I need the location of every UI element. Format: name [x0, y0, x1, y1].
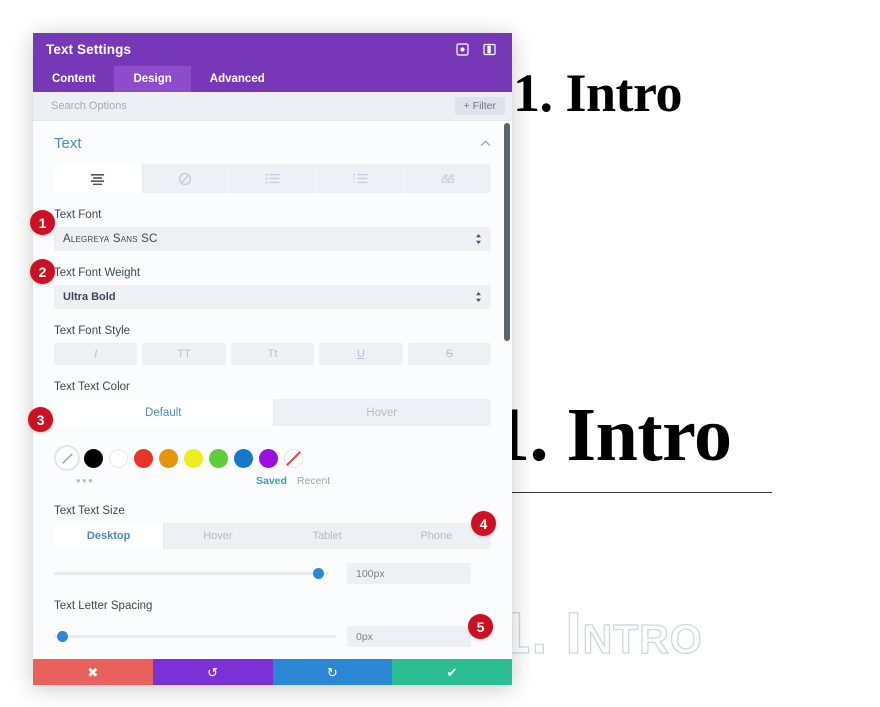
swatch-orange[interactable] — [159, 448, 178, 468]
filter-button[interactable]: + Filter — [454, 97, 505, 115]
swatch-red[interactable] — [134, 448, 153, 468]
swatch-blue[interactable] — [234, 448, 253, 468]
text-settings-modal: Text Settings Content Design Advanced + … — [33, 33, 512, 685]
swatch-white[interactable] — [109, 448, 128, 468]
slider-track — [54, 572, 329, 575]
text-size-value[interactable]: 100px — [347, 563, 471, 584]
slider-handle[interactable] — [56, 631, 68, 642]
search-row: + Filter — [33, 92, 512, 121]
tab-content[interactable]: Content — [33, 66, 114, 92]
settings-scroll-area: Text Text Font Alegreya Sans SC Text Fon… — [33, 121, 512, 659]
sort-arrows-icon — [475, 233, 482, 246]
ordered-list-icon[interactable] — [317, 164, 405, 193]
quote-icon[interactable] — [404, 164, 491, 193]
text-size-breakpoint-tabs: Desktop Hover Tablet Phone — [54, 523, 491, 549]
more-colors-icon[interactable]: ••• — [76, 474, 246, 487]
check-icon: ✔ — [446, 664, 458, 680]
section-header-text[interactable]: Text — [54, 121, 491, 164]
color-state-hover[interactable]: Hover — [273, 399, 492, 426]
text-size-slider-row: 100px — [54, 563, 491, 584]
modal-body: Text Text Font Alegreya Sans SC Text Fon… — [33, 121, 512, 659]
unordered-list-icon[interactable] — [229, 164, 317, 193]
modal-title: Text Settings — [46, 42, 132, 57]
search-input[interactable] — [49, 99, 455, 113]
custom-color-picker[interactable] — [56, 447, 78, 469]
swatch-green[interactable] — [209, 448, 228, 468]
paragraph-align-icon[interactable] — [54, 164, 142, 193]
letter-spacing-slider[interactable] — [54, 628, 336, 646]
text-font-weight-value: Ultra Bold — [63, 291, 116, 303]
slider-track — [54, 635, 336, 638]
section-title: Text — [54, 135, 82, 152]
modal-footer: ✖ ↺ ↻ ✔ — [33, 659, 512, 685]
save-button[interactable]: ✔ — [392, 659, 512, 685]
tab-design[interactable]: Design — [114, 66, 191, 92]
label-text-font-weight: Text Font Weight — [54, 267, 141, 279]
background-heading-serif-small: 1. Intro — [513, 63, 683, 123]
capitalize-button[interactable]: Tt — [230, 343, 315, 365]
color-meta-row: ••• Saved Recent — [54, 473, 491, 489]
saved-colors-tab[interactable]: Saved — [256, 475, 287, 487]
strikethrough-button[interactable]: S — [407, 343, 492, 365]
scrollbar-thumb[interactable] — [504, 123, 510, 341]
swatch-none[interactable] — [284, 448, 303, 468]
scrollbar-track[interactable] — [504, 121, 511, 659]
text-format-toolbar — [54, 164, 491, 193]
layout-panel-icon[interactable] — [480, 40, 499, 59]
text-font-style-group: I TT Tt U S — [54, 343, 492, 365]
label-text-letter-spacing: Text Letter Spacing — [54, 600, 153, 612]
swatch-purple[interactable] — [259, 448, 278, 468]
label-text-text-color: Text Text Color — [54, 381, 130, 393]
swatch-black[interactable] — [84, 448, 103, 468]
breakpoint-tablet[interactable]: Tablet — [273, 523, 382, 549]
undo-button[interactable]: ↺ — [152, 659, 273, 685]
background-divider — [500, 492, 772, 493]
text-font-value: Alegreya Sans SC — [63, 233, 158, 245]
redo-button[interactable]: ↻ — [272, 659, 393, 685]
modal-header: Text Settings — [33, 33, 512, 66]
uppercase-button[interactable]: TT — [142, 343, 226, 365]
text-color-state-toggle: Default Hover — [54, 399, 491, 426]
callout-badge-2: 2 — [30, 259, 55, 284]
letter-spacing-slider-row: 0px — [54, 626, 491, 647]
underline-button[interactable]: U — [319, 343, 403, 365]
label-text-text-size: Text Text Size — [54, 505, 125, 517]
recent-colors-tab[interactable]: Recent — [297, 475, 330, 487]
callout-badge-4: 4 — [471, 511, 496, 536]
redo-icon: ↻ — [326, 664, 338, 680]
text-font-select[interactable]: Alegreya Sans SC — [54, 227, 491, 251]
chevron-up-icon[interactable] — [480, 138, 491, 150]
tab-advanced[interactable]: Advanced — [191, 66, 284, 92]
background-heading-outline: 1. Intro — [497, 600, 703, 666]
slider-handle[interactable] — [312, 568, 324, 579]
breakpoint-hover[interactable]: Hover — [163, 523, 272, 549]
sort-arrows-icon — [475, 291, 482, 304]
label-text-font: Text Font — [54, 209, 102, 221]
cancel-button[interactable]: ✖ — [33, 659, 153, 685]
text-font-weight-select[interactable]: Ultra Bold — [54, 285, 491, 309]
callout-badge-3: 3 — [28, 407, 53, 432]
callout-badge-5: 5 — [468, 614, 493, 639]
breakpoint-desktop[interactable]: Desktop — [54, 523, 164, 549]
swatch-yellow[interactable] — [184, 448, 203, 468]
callout-badge-1: 1 — [30, 210, 55, 235]
link-icon[interactable] — [142, 164, 230, 193]
letter-spacing-value[interactable]: 0px — [347, 626, 471, 647]
modal-tab-bar: Content Design Advanced — [33, 66, 512, 92]
italic-button[interactable]: I — [54, 343, 138, 365]
text-size-slider[interactable] — [54, 565, 329, 583]
color-state-default[interactable]: Default — [54, 399, 273, 426]
undo-icon: ↺ — [207, 664, 219, 680]
color-swatch-row — [54, 444, 491, 472]
focus-icon[interactable] — [453, 40, 472, 59]
label-text-font-style: Text Font Style — [54, 325, 131, 337]
background-heading-serif-large: 1. Intro — [492, 393, 732, 477]
close-icon: ✖ — [87, 664, 99, 680]
